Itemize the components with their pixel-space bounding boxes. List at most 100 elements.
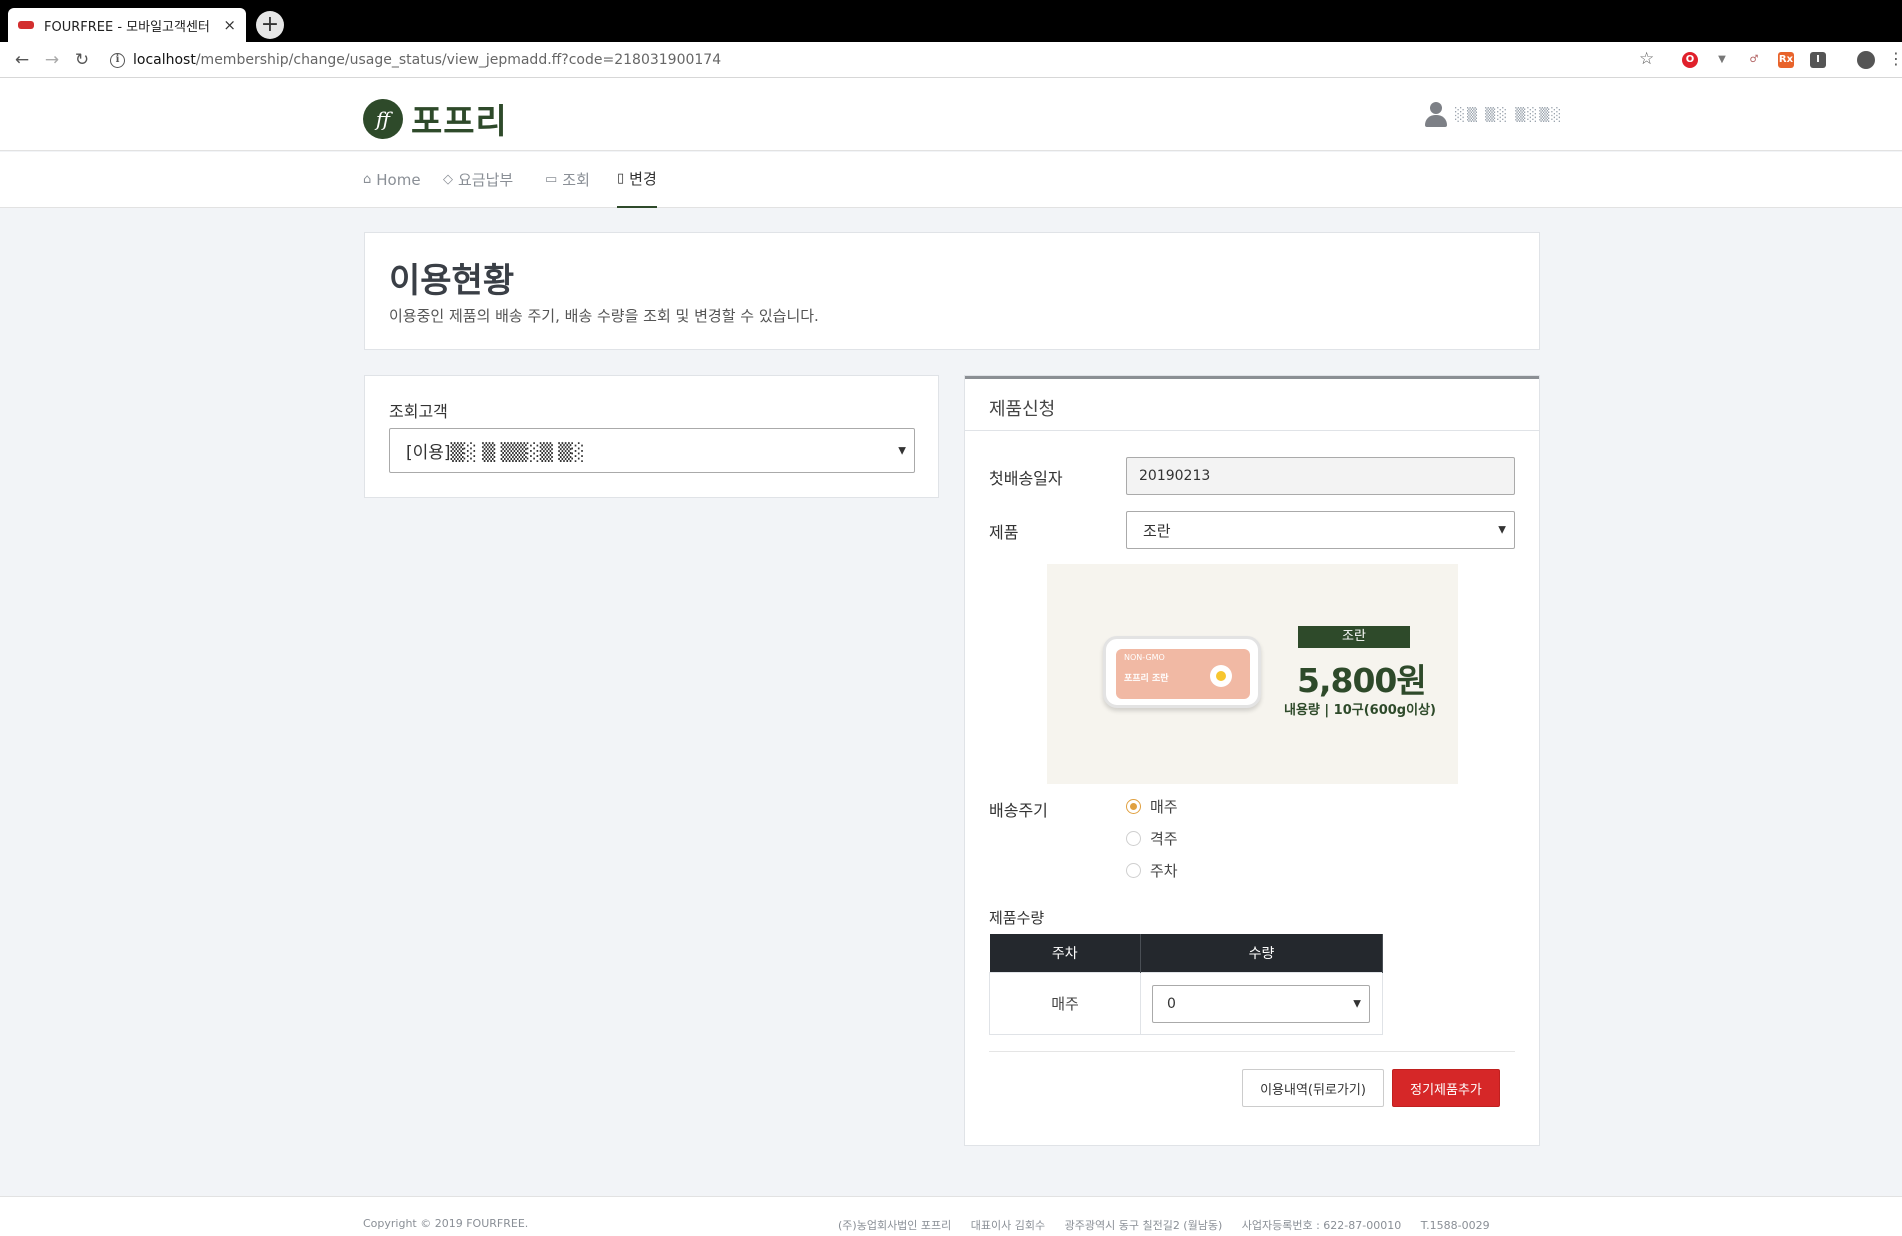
calendar-icon: ▭ xyxy=(545,172,558,187)
radio-unchecked-icon xyxy=(1126,863,1141,878)
first-delivery-label: 첫배송일자 xyxy=(989,469,1063,488)
intro-panel: 이용현황 이용중인 제품의 배송 주기, 배송 수량을 조회 및 변경할 수 있… xyxy=(364,232,1540,350)
table-row: 매주 0 ▼ xyxy=(989,971,1383,1035)
quantity-table: 주차 수량 매주 0 ▼ xyxy=(989,934,1383,1035)
tab-close-icon[interactable]: × xyxy=(223,16,236,34)
page-title: 이용현황 xyxy=(389,261,515,301)
page-description: 이용중인 제품의 배송 주기, 배송 수량을 조회 및 변경할 수 있습니다. xyxy=(389,307,819,325)
main-nav: ⌂ Home ◇ 요금납부 ▭ 조회 ▯ 변경 xyxy=(0,152,1902,208)
site-footer: Copyright © 2019 FOURFREE. (주)농업회사법인 포프리… xyxy=(0,1196,1902,1236)
vue-extension-icon[interactable]: ▼ xyxy=(1714,52,1730,68)
company-address: 광주광역시 동구 칠전길2 (월남동) xyxy=(1064,1219,1223,1232)
quantity-select[interactable]: 0 ▼ xyxy=(1152,984,1370,1023)
cycle-radio-biweekly[interactable]: 격주 xyxy=(1126,828,1178,849)
add-regular-product-button[interactable]: 정기제품추가 xyxy=(1392,1069,1500,1107)
quantity-select-value: 0 xyxy=(1167,995,1176,1012)
product-label: 제품 xyxy=(989,523,1019,542)
back-to-history-button[interactable]: 이용내역(뒤로가기) xyxy=(1242,1069,1384,1107)
cube-icon: ◇ xyxy=(443,172,453,187)
product-volume: 내용량 | 10구(600g이상) xyxy=(1284,703,1436,718)
product-order-panel: 제품신청 첫배송일자 20190213 제품 조란 ▼ NON-GMO 포프리 … xyxy=(964,375,1540,1146)
radio-label: 격주 xyxy=(1150,830,1178,848)
nav-inquiry[interactable]: ▭ 조회 xyxy=(545,152,590,208)
home-icon: ⌂ xyxy=(363,172,372,187)
box-label-line1: NON-GMO xyxy=(1124,653,1165,662)
egg-yolk-icon xyxy=(1216,671,1226,681)
product-image: NON-GMO 포프리 조란 조란 5,800원 내용량 | 10구(600g이… xyxy=(1047,564,1458,784)
document-icon: ▯ xyxy=(617,171,625,186)
nav-home[interactable]: ⌂ Home xyxy=(363,152,421,208)
chevron-down-icon: ▼ xyxy=(898,445,906,456)
product-select-value: 조란 xyxy=(1143,521,1171,540)
browser-tab-bar: FOURFREE - 모바일고객센터 × + xyxy=(0,0,1902,42)
product-price: 5,800원 xyxy=(1297,661,1427,700)
user-menu[interactable]: ░▒ ▒░ ▒░▒░ xyxy=(1425,102,1563,128)
browser-toolbar: ← → ↻ i localhost/membership/change/usag… xyxy=(0,42,1902,78)
ceo-name: 대표이사 김회수 xyxy=(970,1219,1046,1232)
qty-cell: 0 ▼ xyxy=(1140,971,1383,1035)
business-number: 사업자등록번호 : 622-87-00010 xyxy=(1241,1219,1402,1232)
table-header-row: 주차 수량 xyxy=(989,934,1383,972)
cycle-radio-week-number[interactable]: 주차 xyxy=(1126,860,1178,881)
panel-title: 제품신청 xyxy=(989,399,1056,420)
cycle-radio-weekly[interactable]: 매주 xyxy=(1126,796,1178,817)
week-cell: 매주 xyxy=(989,971,1141,1035)
url-path: /membership/change/usage_status/view_jep… xyxy=(195,52,722,68)
customer-label: 조회고객 xyxy=(389,402,448,421)
nav-payment[interactable]: ◇ 요금납부 xyxy=(443,152,513,208)
forward-arrow-icon[interactable]: → xyxy=(42,50,62,70)
company-name: (주)농업회사법인 포프리 xyxy=(838,1219,952,1232)
nav-label: Home xyxy=(376,171,421,189)
nav-change[interactable]: ▯ 변경 xyxy=(617,152,657,208)
nav-label: 변경 xyxy=(629,170,657,188)
browser-menu-icon[interactable]: ⋮ xyxy=(1888,50,1902,68)
delivery-cycle-label: 배송주기 xyxy=(989,801,1048,820)
product-tag: 조란 xyxy=(1298,626,1410,648)
site-logo[interactable]: ff 포프리 xyxy=(363,94,508,143)
box-label-line2: 포프리 조란 xyxy=(1124,674,1169,684)
radio-label: 매주 xyxy=(1150,798,1178,816)
address-bar[interactable]: i localhost/membership/change/usage_stat… xyxy=(110,47,1670,73)
divider xyxy=(989,1051,1515,1052)
profile-avatar-icon[interactable] xyxy=(1857,51,1875,69)
back-arrow-icon[interactable]: ← xyxy=(12,50,32,70)
user-icon xyxy=(1425,102,1447,128)
opera-extension-icon[interactable]: O xyxy=(1682,52,1698,68)
quantity-label: 제품수량 xyxy=(989,909,1045,927)
column-header-week: 주차 xyxy=(989,934,1141,972)
radio-checked-icon xyxy=(1126,799,1141,814)
url-host: localhost xyxy=(133,52,196,68)
reload-icon[interactable]: ↻ xyxy=(72,50,92,70)
chevron-down-icon: ▼ xyxy=(1498,524,1506,536)
radio-unchecked-icon xyxy=(1126,831,1141,846)
pdf-extension-icon[interactable]: ♂ xyxy=(1746,52,1762,68)
customer-select-value: [이용]▒░ ▒ ▒▒░▒ ▒░ xyxy=(406,443,585,463)
customer-panel: 조회고객 [이용]▒░ ▒ ▒▒░▒ ▒░ ▼ xyxy=(364,375,939,498)
radio-label: 주차 xyxy=(1150,862,1178,880)
first-delivery-field[interactable]: 20190213 xyxy=(1126,457,1515,495)
copyright: Copyright © 2019 FOURFREE. xyxy=(363,1217,529,1230)
bookmark-star-icon[interactable]: ☆ xyxy=(1639,49,1654,69)
nav-label: 요금납부 xyxy=(458,171,514,189)
info-extension-icon[interactable]: I xyxy=(1810,52,1826,68)
egg-carton-label: NON-GMO 포프리 조란 xyxy=(1116,649,1250,699)
logo-emblem-icon: ff xyxy=(363,98,403,139)
customer-select[interactable]: [이용]▒░ ▒ ▒▒░▒ ▒░ ▼ xyxy=(389,428,915,473)
site-header: ff 포프리 ░▒ ▒░ ▒░▒░ xyxy=(0,78,1902,151)
first-delivery-value: 20190213 xyxy=(1139,468,1211,484)
phone-number: T.1588-0029 xyxy=(1420,1219,1490,1232)
new-tab-button[interactable]: + xyxy=(256,11,284,39)
column-header-qty: 수량 xyxy=(1140,934,1383,972)
user-name: ░▒ ▒░ ▒░▒░ xyxy=(1455,107,1564,123)
chevron-down-icon: ▼ xyxy=(1353,998,1361,1009)
nav-label: 조회 xyxy=(562,171,590,189)
site-info-icon[interactable]: i xyxy=(110,52,125,68)
tab-title: FOURFREE - 모바일고객센터 xyxy=(44,19,210,35)
company-info: (주)농업회사법인 포프리 대표이사 김회수 광주광역시 동구 칠전길2 (월남… xyxy=(838,1217,1490,1233)
logo-text: 포프리 xyxy=(411,102,508,142)
panel-header: 제품신청 xyxy=(965,376,1539,431)
site-favicon-icon xyxy=(18,19,34,31)
rx-extension-icon[interactable]: Rx xyxy=(1778,52,1794,68)
browser-tab[interactable]: FOURFREE - 모바일고객센터 × xyxy=(8,8,246,42)
product-select[interactable]: 조란 ▼ xyxy=(1126,511,1515,549)
